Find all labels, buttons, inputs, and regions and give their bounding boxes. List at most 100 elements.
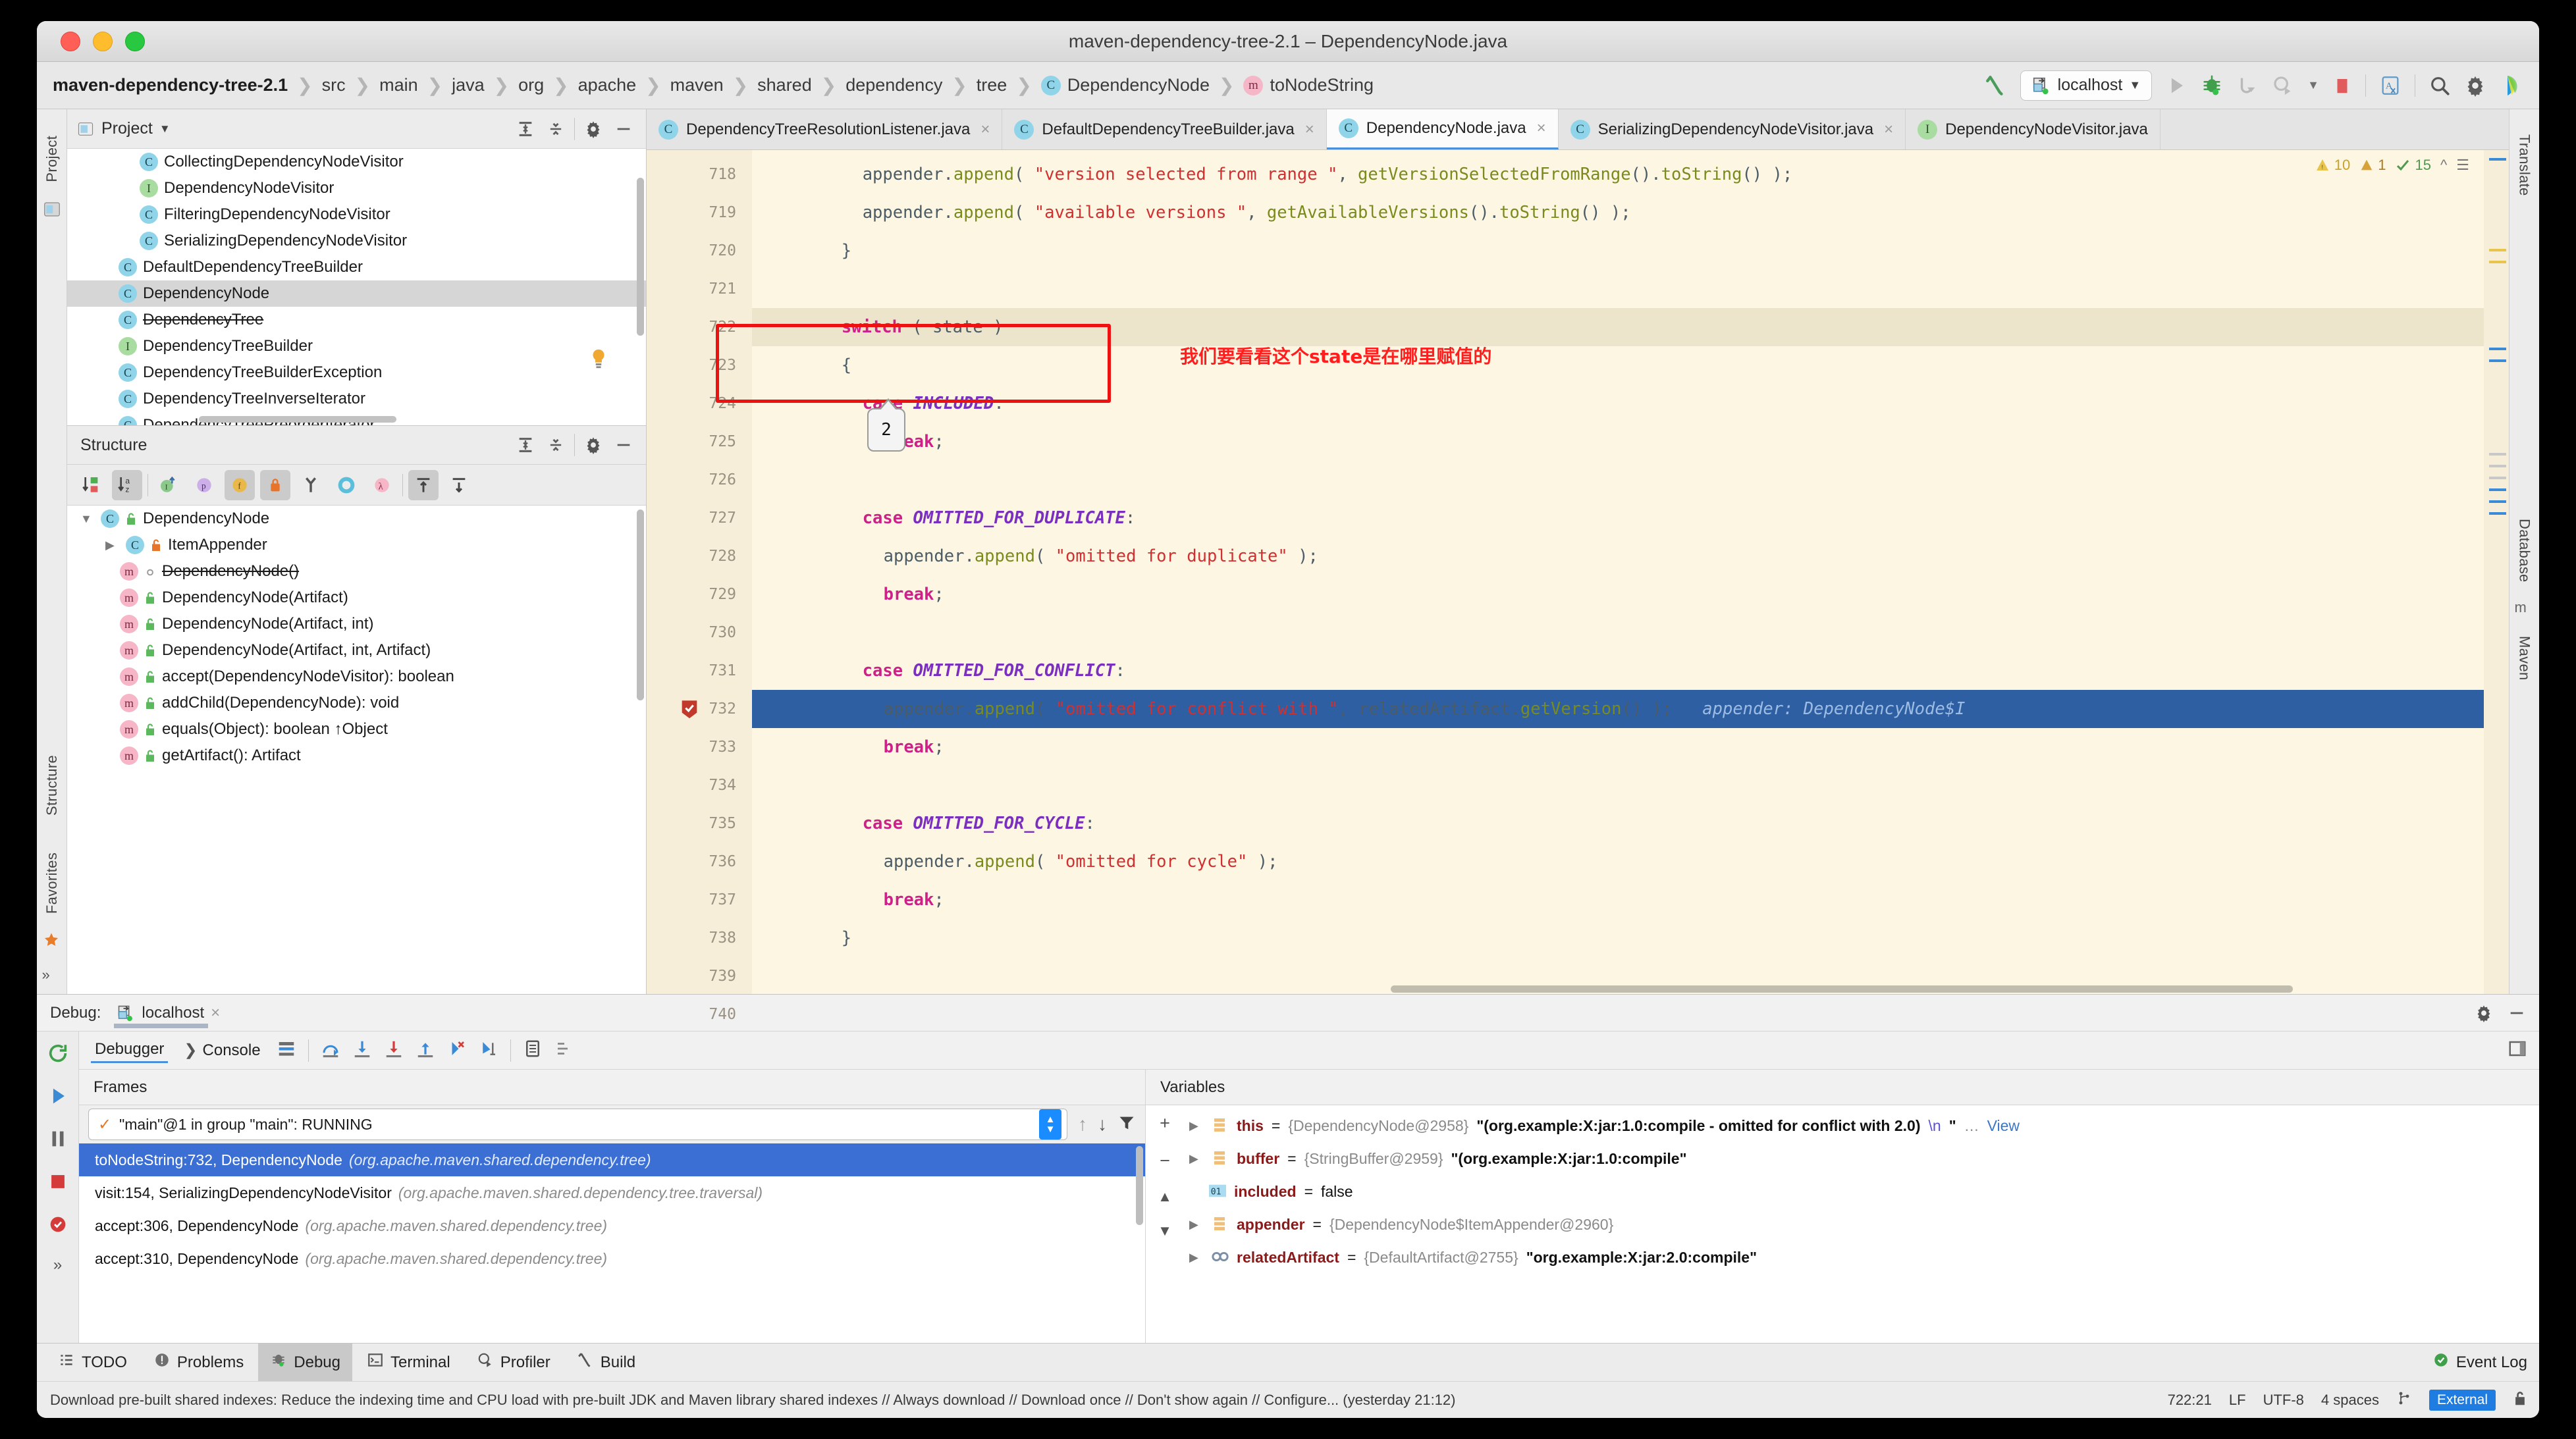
debug-icon[interactable] — [2201, 74, 2223, 97]
tree-item[interactable]: m getArtifact(): Artifact — [67, 743, 646, 769]
marker-stripe[interactable] — [2489, 512, 2506, 515]
breadcrumb-item-org[interactable]: org — [518, 75, 544, 95]
close-icon[interactable]: × — [1884, 120, 1893, 139]
down-icon[interactable]: ↓ — [1098, 1114, 1107, 1135]
expand-all-icon[interactable] — [544, 433, 568, 457]
evaluate-expression-icon[interactable] — [523, 1039, 543, 1062]
variable-row[interactable]: ▶ relatedArtifact = {DefaultArtifact@275… — [1184, 1241, 2539, 1274]
step-over-icon[interactable] — [321, 1039, 340, 1062]
tab-serializing-dependency-node-visitor[interactable]: C SerializingDependencyNodeVisitor.java … — [1559, 109, 1906, 149]
sidebar-tab-structure[interactable]: Structure — [43, 746, 61, 825]
status-message[interactable]: Download pre-built shared indexes: Reduc… — [50, 1392, 2151, 1409]
frames-scrollbar[interactable] — [1136, 1146, 1143, 1225]
show-lambdas-icon[interactable]: λ — [367, 470, 397, 500]
more-tool-windows-icon[interactable]: » — [42, 966, 62, 986]
code-line[interactable]: break; — [884, 737, 944, 757]
editor-hscrollbar[interactable] — [647, 985, 2509, 993]
close-icon[interactable]: × — [211, 1004, 220, 1022]
show-inherited-icon[interactable]: I — [153, 470, 184, 500]
chevron-down-icon[interactable]: ▼ — [2129, 78, 2141, 92]
drop-frame-icon[interactable] — [447, 1039, 467, 1062]
tab-default-dependency-tree-builder[interactable]: C DefaultDependencyTreeBuilder.java × — [1002, 109, 1327, 149]
tree-item[interactable]: m DependencyNode(Artifact) — [67, 585, 646, 611]
tab-debugger[interactable]: Debugger — [91, 1037, 169, 1063]
close-icon[interactable]: × — [1305, 120, 1314, 139]
chevron-down-icon[interactable]: ▼ — [159, 122, 171, 136]
variable-row[interactable]: ▶ buffer = {StringBuffer@2959} "(org.exa… — [1184, 1142, 2539, 1175]
sidebar-tab-maven[interactable]: Maven — [2516, 627, 2533, 690]
indent-setting[interactable]: 4 spaces — [2321, 1392, 2379, 1409]
tab-console[interactable]: ❯ Console — [180, 1038, 264, 1062]
chevron-right-icon[interactable]: ▶ — [105, 538, 120, 552]
variable-row[interactable]: ▶ this = {DependencyNode@2958} "(org.exa… — [1184, 1109, 2539, 1142]
code-line[interactable]: } — [842, 241, 851, 261]
event-log-button[interactable]: Event Log — [2421, 1344, 2539, 1382]
sidebar-tab-favorites[interactable]: Favorites — [43, 843, 61, 923]
close-icon[interactable]: × — [1537, 119, 1546, 138]
tree-item[interactable]: ▼ C DependencyNode — [67, 506, 646, 532]
chevron-right-icon[interactable]: ▶ — [1189, 1251, 1204, 1265]
frames-list[interactable]: toNodeString:732, DependencyNode (org.ap… — [79, 1143, 1145, 1343]
breadcrumb-item-java[interactable]: java — [452, 75, 485, 95]
up-icon[interactable]: ↑ — [1078, 1114, 1087, 1135]
editor-code[interactable]: appender.append( "version selected from … — [752, 150, 2484, 994]
search-everywhere-icon[interactable] — [2428, 74, 2451, 97]
list-item[interactable]: C DependencyTree — [67, 307, 646, 333]
add-watch-icon[interactable]: + — [1160, 1113, 1170, 1134]
list-item[interactable]: C DependencyTreeBuilderException — [67, 359, 646, 386]
code-line[interactable]: break; — [884, 585, 944, 604]
breakpoint-icon[interactable] — [678, 698, 701, 720]
inspection-settings-icon[interactable]: ☰ — [2456, 157, 2469, 174]
breadcrumb-item-method[interactable]: m toNodeString — [1243, 75, 1374, 95]
code-line[interactable]: appender.append( "omitted for cycle" ); — [884, 852, 1278, 872]
hide-icon[interactable] — [612, 433, 635, 457]
file-encoding[interactable]: UTF-8 — [2263, 1392, 2304, 1409]
view-value-link[interactable]: View — [1987, 1117, 2020, 1135]
collapse-all-icon[interactable] — [444, 470, 474, 500]
tree-item[interactable]: m addChild(DependencyNode): void — [67, 690, 646, 716]
code-line[interactable]: appender.append( "available versions ", … — [863, 203, 1631, 222]
sort-by-visibility-icon[interactable] — [76, 470, 107, 500]
tree-item[interactable]: m DependencyNode(Artifact, int) — [67, 611, 646, 637]
list-item[interactable]: I DependencyNodeVisitor — [67, 175, 646, 201]
settings-layout-icon[interactable] — [2508, 1039, 2527, 1062]
collapse-all-icon[interactable] — [514, 433, 537, 457]
show-anonymous-icon[interactable] — [296, 470, 326, 500]
marker-stripe[interactable] — [2489, 500, 2506, 503]
chevron-right-icon[interactable]: ▶ — [1189, 1218, 1204, 1232]
show-non-public-icon[interactable] — [260, 469, 290, 500]
variables-list[interactable]: ▶ this = {DependencyNode@2958} "(org.exa… — [1184, 1105, 2539, 1343]
chevron-up-icon[interactable]: ^ — [2440, 157, 2447, 174]
code-editor[interactable]: 718 719 720 721 722 723 724 725 726 727 728 729 730 7… — [593, 150, 2509, 1023]
marker-stripe[interactable] — [2489, 261, 2506, 263]
code-line[interactable]: appender.append( "omitted for duplicate"… — [884, 546, 1318, 566]
code-line[interactable]: case OMITTED_FOR_DUPLICATE: — [863, 508, 1136, 528]
expand-all-icon[interactable] — [544, 117, 568, 141]
code-line[interactable]: } — [842, 928, 851, 948]
marker-stripe[interactable] — [2489, 158, 2506, 161]
list-item[interactable]: C SerializingDependencyNodeVisitor — [67, 228, 646, 254]
chevron-right-icon[interactable]: ▶ — [1189, 1119, 1204, 1133]
sidebar-tab-database[interactable]: Database — [2516, 510, 2533, 592]
project-tree-scrollbar[interactable] — [637, 178, 644, 336]
tree-item[interactable]: m DependencyNode() — [67, 558, 646, 585]
breadcrumb-item-maven[interactable]: maven — [670, 75, 724, 95]
show-properties-icon[interactable]: p — [189, 470, 219, 500]
resume-icon[interactable] — [47, 1085, 69, 1111]
breadcrumb-item-dependency[interactable]: dependency — [845, 75, 942, 95]
caret-position[interactable]: 722:21 — [2168, 1392, 2212, 1409]
debug-session-tab[interactable]: localhost × — [110, 1004, 227, 1028]
restore-layout-icon[interactable] — [554, 1039, 574, 1062]
frame-row[interactable]: accept:310, DependencyNode (org.apache.m… — [79, 1242, 1145, 1275]
step-into-icon[interactable] — [352, 1039, 372, 1062]
list-item-selected[interactable]: C DependencyNode — [67, 280, 646, 307]
chevron-down-icon[interactable]: ▼ — [80, 512, 95, 526]
project-tree[interactable]: C CollectingDependencyNodeVisitor I Depe… — [67, 149, 646, 425]
breadcrumb-item-shared[interactable]: shared — [757, 75, 812, 95]
code-line[interactable]: break; — [884, 890, 944, 910]
hide-icon[interactable] — [2505, 1001, 2529, 1025]
run-configuration-selector[interactable]: localhost ▼ — [2020, 70, 2153, 101]
pause-icon[interactable] — [47, 1128, 69, 1153]
marker-stripe[interactable] — [2489, 453, 2506, 456]
tab-dependency-node[interactable]: C DependencyNode.java × — [1326, 109, 1559, 149]
